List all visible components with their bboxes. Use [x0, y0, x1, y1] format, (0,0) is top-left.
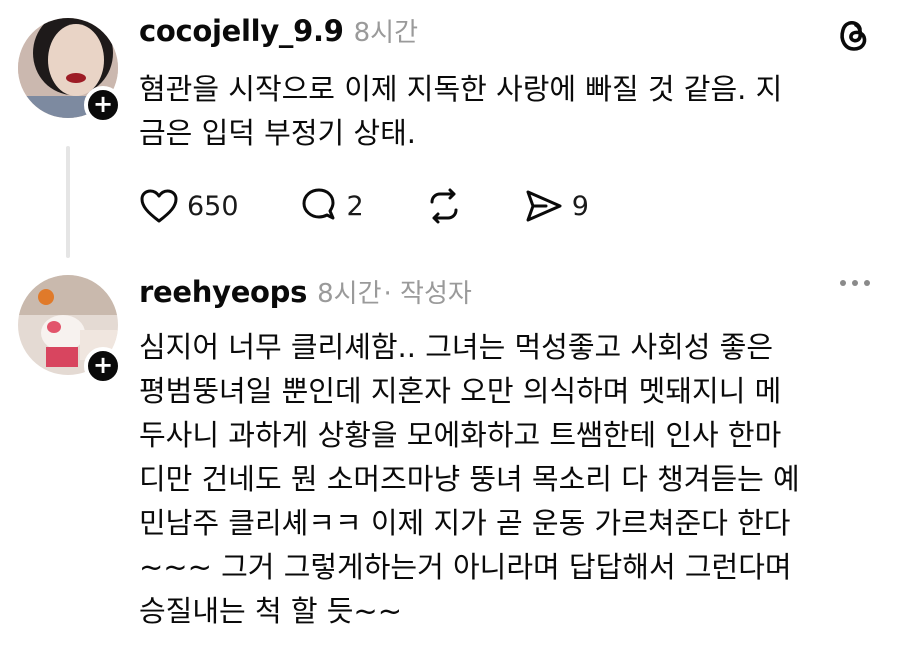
post-header: reehyeops 8시간 · 작성자 [139, 273, 472, 310]
share-count: 9 [571, 190, 589, 222]
username[interactable]: reehyeops [139, 275, 307, 309]
share-icon [526, 190, 562, 222]
like-button[interactable]: 650 [139, 188, 239, 224]
follow-button[interactable]: + [84, 86, 122, 124]
post-body: 심지어 너무 클리셰함.. 그녀는 먹성좋고 사회성 좋은 평범뚱녀일 뿐인데 … [139, 330, 800, 628]
follow-button[interactable]: + [84, 347, 122, 385]
repost-button[interactable] [424, 187, 464, 225]
author-tag: · 작성자 [383, 279, 472, 309]
reply-button[interactable]: 2 [299, 187, 364, 225]
heart-icon [140, 189, 178, 223]
share-button[interactable]: 9 [524, 188, 589, 224]
reply-icon [302, 188, 335, 220]
repost-icon [430, 188, 458, 224]
action-bar: 650 2 9 [139, 182, 649, 230]
reply-count: 2 [346, 190, 364, 222]
thread-connector-line [66, 146, 70, 258]
timestamp: 8시간 [317, 279, 382, 309]
thread-post: + cocojelly_9.9 8시간 혐관을 시작으로 이제 지독한 사랑에 … [0, 0, 900, 270]
timestamp: 8시간 [353, 18, 418, 48]
more-options-icon[interactable] [840, 280, 870, 286]
like-count: 650 [187, 190, 239, 222]
post-header: cocojelly_9.9 8시간 [139, 12, 418, 49]
threads-logo-icon[interactable] [836, 15, 870, 59]
username[interactable]: cocojelly_9.9 [139, 14, 344, 48]
post-body: 혐관을 시작으로 이제 지독한 사랑에 빠질 것 같음. 지 금은 입덕 부정기… [139, 72, 783, 150]
